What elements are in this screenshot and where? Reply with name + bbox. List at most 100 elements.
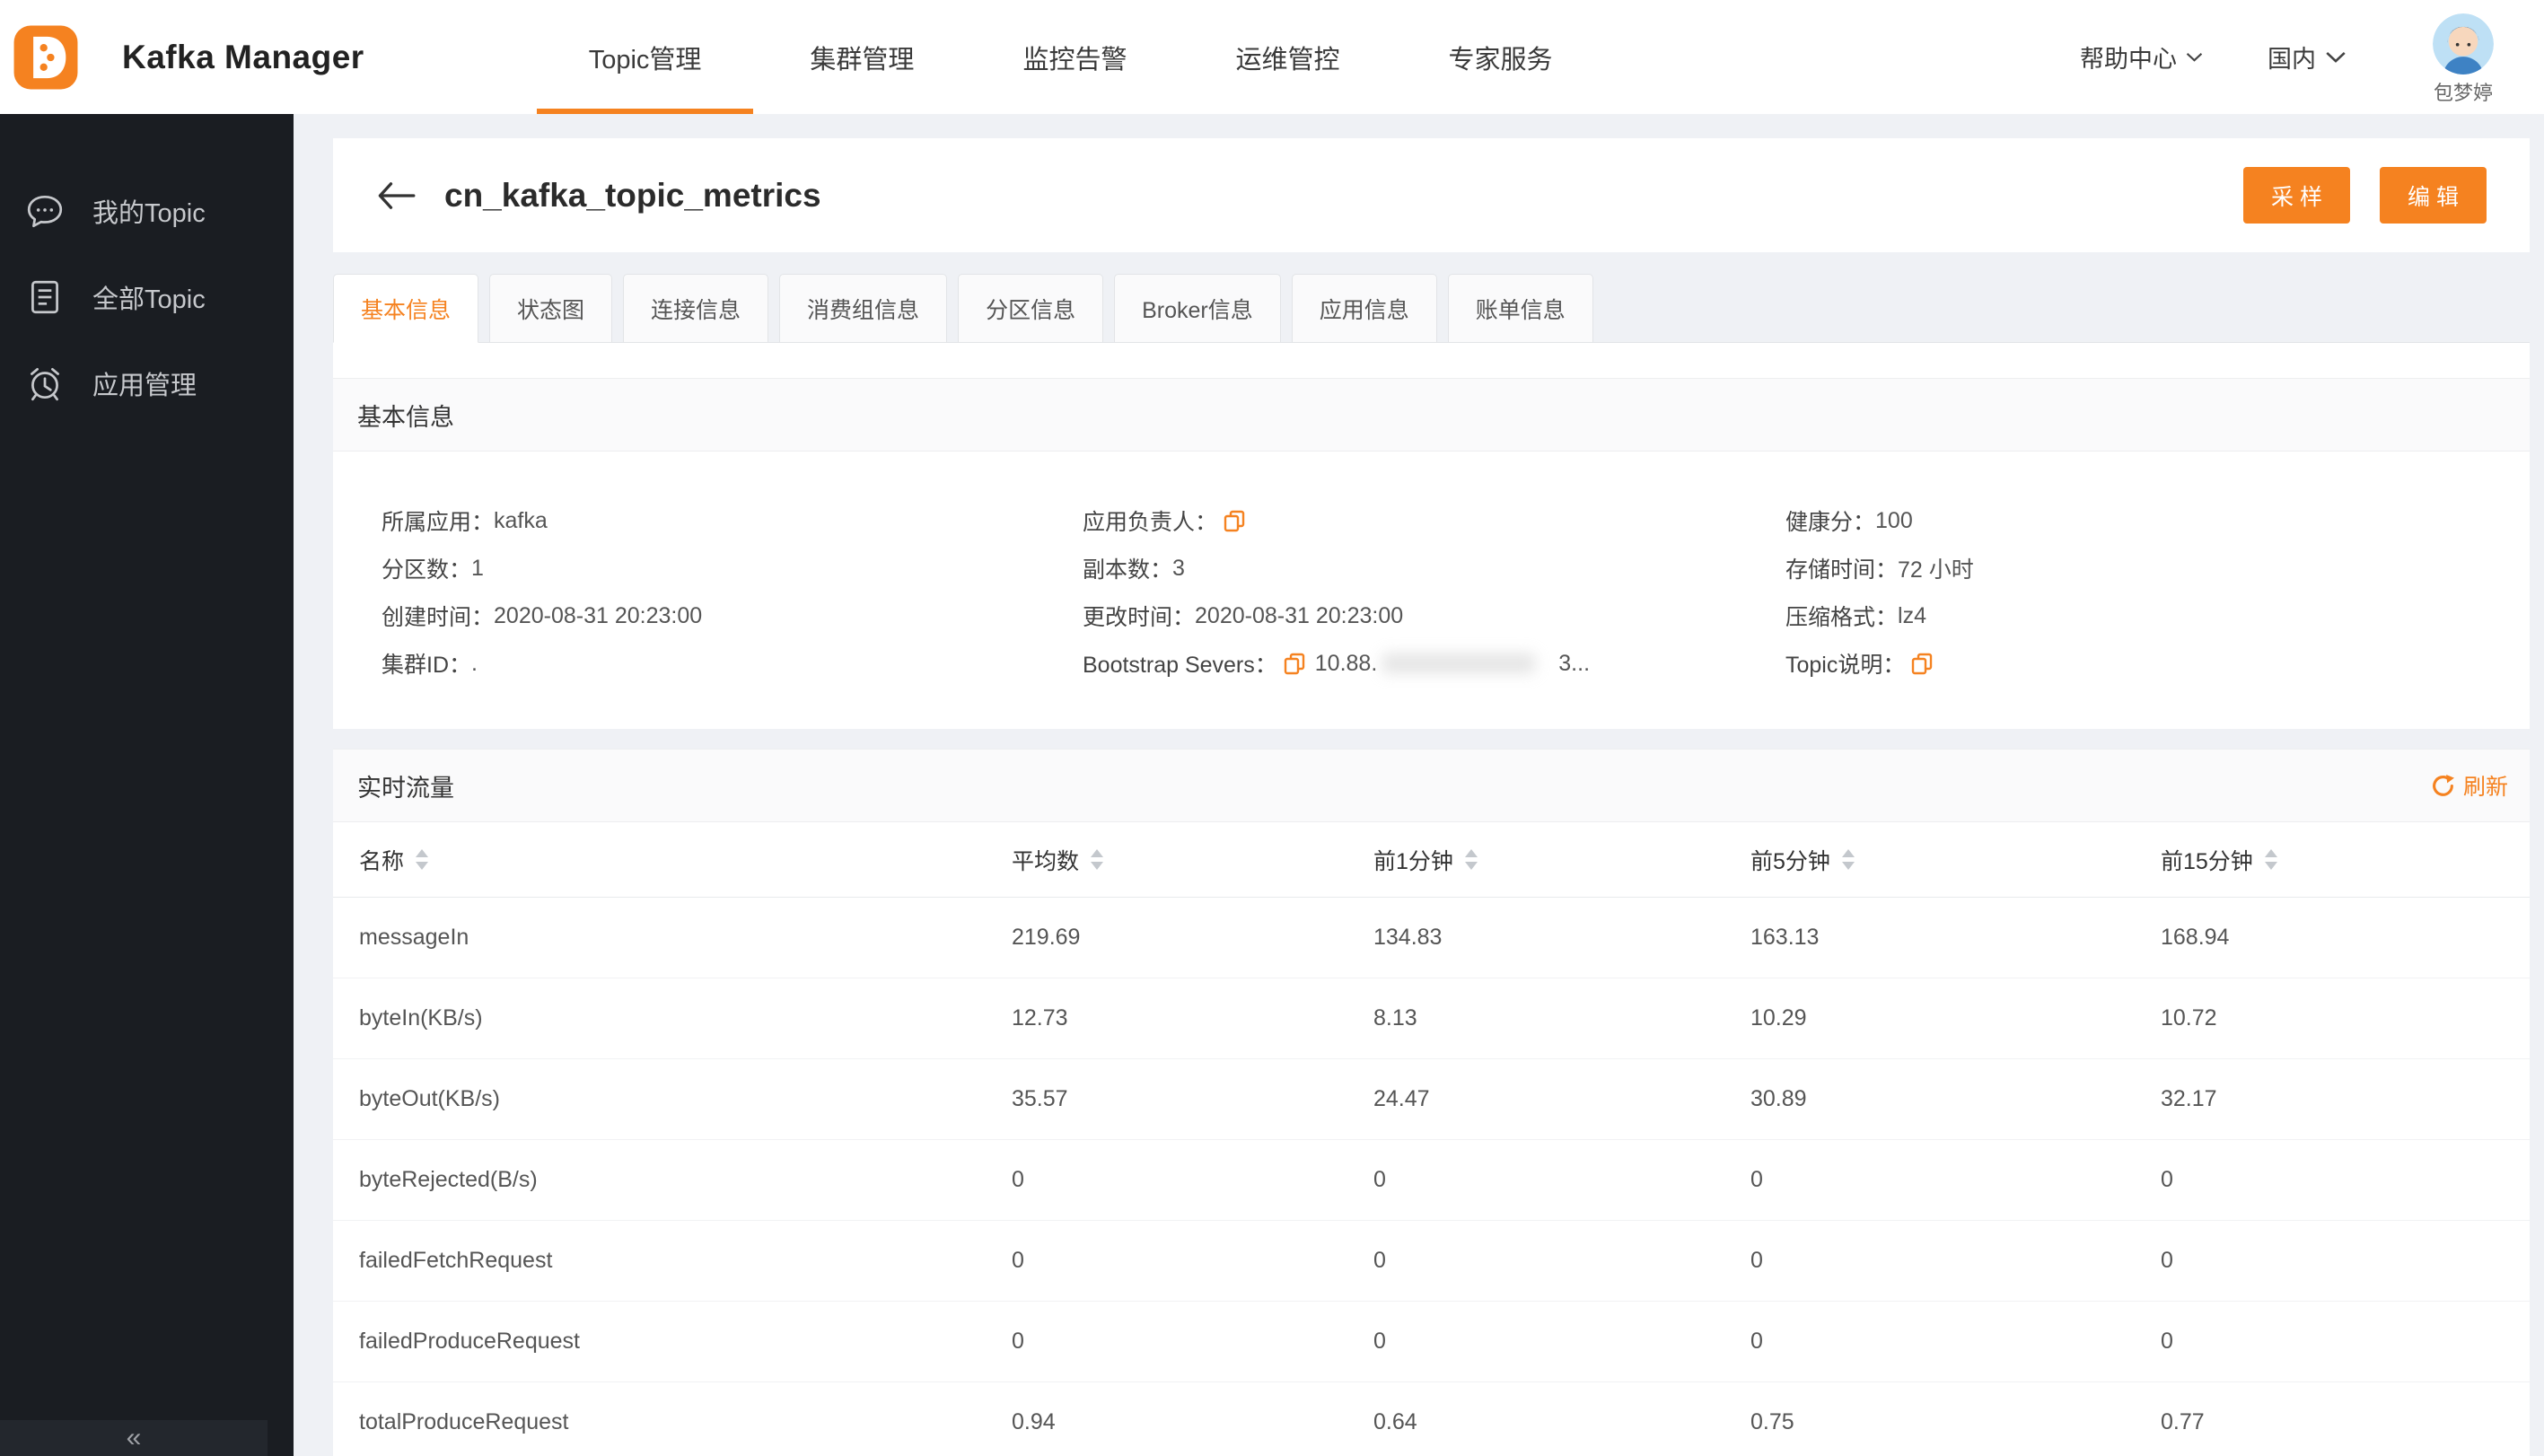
sidebar-collapse-button[interactable]: «: [0, 1420, 268, 1456]
back-button[interactable]: [376, 178, 417, 214]
field-value: lz4: [1898, 602, 1926, 628]
field-replica-count: 副本数： 3: [1083, 555, 1785, 583]
sort-icon[interactable]: [1464, 849, 1478, 870]
metric-value-cell: 0: [2161, 1248, 2173, 1273]
field-value: 1: [471, 555, 484, 581]
region-select[interactable]: 国内: [2268, 39, 2347, 75]
sidebar-item-label: 全部Topic: [92, 285, 206, 314]
help-center-link[interactable]: 帮助中心: [2080, 39, 2203, 75]
tab-broker[interactable]: Broker信息: [1114, 274, 1281, 343]
metric-name-cell: byteOut(KB/s): [359, 1086, 500, 1111]
metric-name-cell: failedFetchRequest: [359, 1248, 553, 1273]
tab-connection[interactable]: 连接信息: [623, 274, 769, 343]
field-label: 集群ID：: [382, 653, 472, 678]
app-logo[interactable]: [13, 24, 79, 91]
alarm-icon: [24, 363, 66, 404]
field-label: Bootstrap Severs：: [1083, 653, 1277, 678]
realtime-section-bar: 实时流量 刷新: [333, 749, 2530, 822]
page-title: cn_kafka_topic_metrics: [444, 176, 821, 214]
field-label: 健康分：: [1785, 510, 1876, 535]
basic-info-fields: 所属应用： kafka 应用负责人： 健康分： 100 分区数： 1 副本数： 3 存储时间： 72…: [333, 452, 2530, 679]
nav-item-expert[interactable]: 专家服务: [1448, 0, 1552, 114]
refresh-icon: [2431, 774, 2455, 798]
field-label: 更改时间：: [1083, 605, 1196, 630]
metric-value-cell: 35.57: [1012, 1086, 1068, 1111]
metric-value-cell: 0: [1750, 1329, 1763, 1354]
column-header: 名称: [359, 844, 1012, 876]
field-value: 10.88.: [1314, 650, 1378, 676]
tab-basic[interactable]: 基本信息: [333, 274, 479, 343]
sidebar-item-all-topic[interactable]: 全部Topic: [0, 270, 294, 324]
metric-value-cell: 8.13: [1373, 1005, 1417, 1031]
field-value: 2020-08-31 20:23:00: [494, 602, 703, 628]
table-row: failedFetchRequest 0 0 0 0: [333, 1221, 2530, 1302]
field-label: 所属应用：: [382, 510, 495, 535]
user-box: 包梦婷: [2433, 8, 2494, 106]
table-row: byteRejected(B/s) 0 0 0 0: [333, 1140, 2530, 1221]
field-value: kafka: [494, 507, 548, 533]
sort-icon[interactable]: [1841, 849, 1855, 870]
nav-item-monitor[interactable]: 监控告警: [1022, 0, 1127, 114]
metric-value-cell: 0: [2161, 1167, 2173, 1192]
table-body: messageIn 219.69 134.83 163.13 168.94 byteIn(…: [333, 898, 2530, 1456]
tab-application[interactable]: 应用信息: [1291, 274, 1437, 343]
nav-item-topic[interactable]: Topic管理: [536, 0, 753, 114]
sort-icon[interactable]: [1091, 849, 1104, 870]
column-header: 前1分钟: [1373, 844, 1750, 876]
metric-value-cell: 0: [1373, 1248, 1386, 1273]
field-value: 2020-08-31 20:23:00: [1195, 602, 1404, 628]
doc-icon: [24, 276, 66, 318]
top-header: Kafka Manager Topic管理 集群管理 监控告警 运维管控 专家服务 帮助…: [0, 0, 2544, 114]
copy-icon[interactable]: [1223, 509, 1246, 532]
tab-partition[interactable]: 分区信息: [958, 274, 1104, 343]
table-row: totalProduceRequest 0.94 0.64 0.75 0.77: [333, 1382, 2530, 1456]
column-header-label: 前5分钟: [1750, 848, 1830, 874]
sidebar-item-label: 应用管理: [92, 372, 197, 400]
refresh-button[interactable]: 刷新: [2431, 769, 2508, 802]
metric-value-cell: 10.29: [1750, 1005, 1807, 1031]
avatar[interactable]: [2433, 13, 2494, 75]
sidebar-item-app-management[interactable]: 应用管理: [0, 356, 294, 410]
field-value: 72 小时: [1898, 557, 1974, 583]
basic-info-card: 基本信息 所属应用： kafka 应用负责人： 健康分： 100 分区数： 1 副本数： 3 存储…: [333, 342, 2530, 729]
field-value: 100: [1875, 507, 1913, 533]
tab-status-chart[interactable]: 状态图: [489, 274, 613, 343]
tab-billing[interactable]: 账单信息: [1447, 274, 1593, 343]
nav-item-cluster[interactable]: 集群管理: [810, 0, 914, 114]
metric-value-cell: 12.73: [1012, 1005, 1068, 1031]
sort-icon[interactable]: [2264, 849, 2277, 870]
help-center-label: 帮助中心: [2080, 46, 2177, 73]
metric-value-cell: 0: [1012, 1248, 1024, 1273]
field-partition-count: 分区数： 1: [382, 555, 1083, 583]
sidebar-item-my-topic[interactable]: 我的Topic: [0, 184, 294, 238]
metric-value-cell: 24.47: [1373, 1086, 1430, 1111]
basic-info-section-title: 基本信息: [357, 403, 454, 431]
tab-consumer-group[interactable]: 消费组信息: [779, 274, 948, 343]
metric-value-cell: 0: [2161, 1329, 2173, 1354]
column-header-label: 平均数: [1012, 848, 1080, 874]
table-row: messageIn 219.69 134.83 163.13 168.94: [333, 898, 2530, 978]
collapse-icon: «: [126, 1423, 142, 1452]
copy-icon[interactable]: [1283, 652, 1306, 675]
table-row: byteIn(KB/s) 12.73 8.13 10.29 10.72: [333, 978, 2530, 1059]
table-row: byteOut(KB/s) 35.57 24.47 30.89 32.17: [333, 1059, 2530, 1140]
metric-value-cell: 0.75: [1750, 1409, 1794, 1434]
edit-button[interactable]: 编 辑: [2380, 167, 2487, 224]
metric-name-cell: totalProduceRequest: [359, 1409, 569, 1434]
nav-item-ops[interactable]: 运维管控: [1235, 0, 1339, 114]
metric-value-cell: 32.17: [2161, 1086, 2217, 1111]
field-update-time: 更改时间： 2020-08-31 20:23:00: [1083, 602, 1785, 631]
field-create-time: 创建时间： 2020-08-31 20:23:00: [382, 602, 1083, 631]
sample-button[interactable]: 采 样: [2243, 167, 2350, 224]
chevron-down-icon: [2186, 52, 2203, 62]
field-label: 压缩格式：: [1785, 605, 1899, 630]
tab-bar: 基本信息 状态图 连接信息 消费组信息 分区信息 Broker信息 应用信息 账单信息: [333, 274, 2530, 343]
table-row: failedProduceRequest 0 0 0 0: [333, 1302, 2530, 1382]
field-owner-app: 所属应用： kafka: [382, 507, 1083, 536]
field-label: 分区数：: [382, 557, 472, 583]
metric-name-cell: byteIn(KB/s): [359, 1005, 483, 1031]
field-cluster-id: 集群ID：.: [382, 650, 1083, 679]
sort-icon[interactable]: [416, 849, 429, 870]
copy-icon[interactable]: [1910, 652, 1934, 675]
field-value: .: [471, 650, 478, 676]
